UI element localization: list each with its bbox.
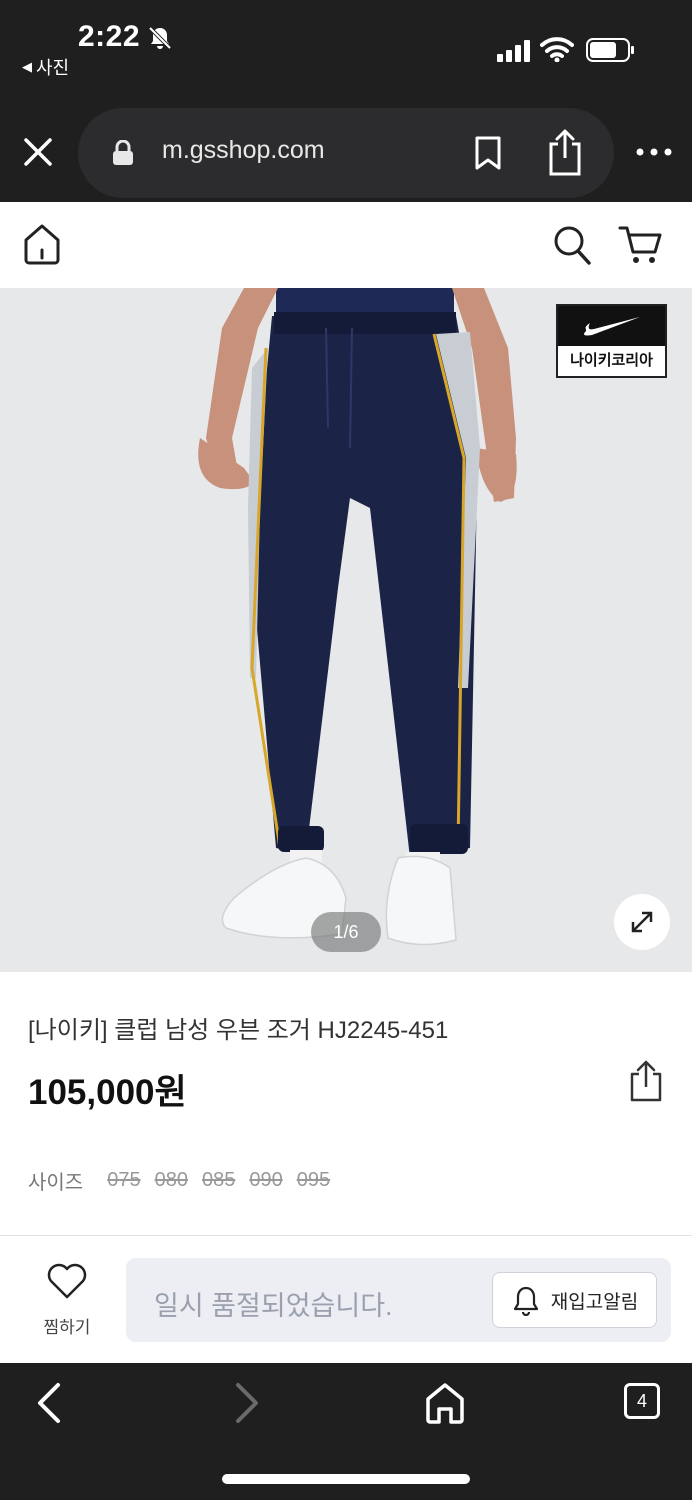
back-app-label: 사진 bbox=[36, 58, 70, 78]
back-to-app-link[interactable]: ◀ 사진 bbox=[22, 54, 69, 80]
close-icon[interactable] bbox=[18, 132, 58, 172]
brand-badge: 나이키코리아 bbox=[556, 304, 667, 378]
soldout-panel: 일시 품절되었습니다. 재입고알림 bbox=[126, 1258, 671, 1342]
cart-icon[interactable] bbox=[618, 224, 664, 266]
home-icon[interactable] bbox=[22, 222, 62, 266]
image-pager: 1/6 bbox=[311, 912, 381, 952]
battery-icon bbox=[586, 38, 634, 62]
soldout-message: 일시 품절되었습니다. bbox=[154, 1291, 393, 1321]
more-icon[interactable] bbox=[634, 144, 674, 160]
brand-badge-label: 나이키코리아 bbox=[570, 352, 653, 369]
product-image-gallery[interactable]: 나이키코리아 1/6 bbox=[0, 288, 692, 972]
swoosh-logo-icon bbox=[558, 306, 665, 346]
size-option[interactable]: 090 bbox=[249, 1169, 282, 1192]
forward-arrow-icon[interactable] bbox=[228, 1381, 264, 1425]
tabs-button[interactable]: 4 bbox=[624, 1383, 660, 1419]
expand-button[interactable] bbox=[614, 894, 670, 950]
status-bar: 2:22 ◀ 사진 bbox=[0, 0, 692, 100]
size-option[interactable]: 075 bbox=[107, 1169, 140, 1192]
product-info: [나이키] 클럽 남성 우븐 조거 HJ2245-451 105,000원 사이… bbox=[0, 972, 692, 1237]
wifi-icon bbox=[540, 37, 574, 62]
heart-icon bbox=[47, 1263, 87, 1299]
back-triangle-icon: ◀ bbox=[22, 59, 32, 74]
purchase-action-bar: 찜하기 일시 품절되었습니다. 재입고알림 bbox=[0, 1235, 692, 1363]
bookmark-icon[interactable] bbox=[474, 136, 502, 170]
lock-icon bbox=[113, 140, 133, 165]
status-time: 2:22 bbox=[78, 20, 141, 53]
share-icon[interactable] bbox=[546, 128, 584, 176]
size-options: 사이즈 075 080 085 090 095 bbox=[28, 1166, 344, 1195]
product-photo bbox=[198, 288, 517, 946]
size-option[interactable]: 085 bbox=[202, 1169, 235, 1192]
expand-icon bbox=[631, 911, 653, 933]
cellular-signal-icon bbox=[497, 40, 530, 62]
home-indicator bbox=[222, 1474, 470, 1484]
size-label: 사이즈 bbox=[28, 1172, 84, 1194]
web-page: 나이키코리아 1/6 [나이키] 클럽 남성 우븐 조거 HJ2245-451 … bbox=[0, 202, 692, 1363]
wishlist-button[interactable]: 찜하기 bbox=[34, 1262, 100, 1338]
back-arrow-icon[interactable] bbox=[32, 1381, 68, 1425]
browser-toolbar: 4 bbox=[0, 1363, 692, 1500]
restock-alert-button[interactable]: 재입고알림 bbox=[492, 1272, 657, 1328]
url-field[interactable] bbox=[78, 108, 614, 198]
url-text[interactable]: m.gsshop.com bbox=[162, 136, 325, 165]
product-title: [나이키] 클럽 남성 우븐 조거 HJ2245-451 bbox=[28, 1017, 449, 1044]
home-icon[interactable] bbox=[424, 1381, 466, 1425]
wishlist-label: 찜하기 bbox=[43, 1318, 91, 1337]
bell-off-icon bbox=[148, 26, 172, 50]
product-price: 105,000원 bbox=[28, 1073, 187, 1112]
bell-icon bbox=[513, 1286, 538, 1316]
search-icon[interactable] bbox=[552, 224, 592, 266]
size-option[interactable]: 095 bbox=[297, 1169, 330, 1192]
share-icon[interactable] bbox=[628, 1060, 664, 1102]
site-header bbox=[0, 202, 692, 288]
restock-label: 재입고알림 bbox=[550, 1291, 639, 1313]
browser-address-bar: m.gsshop.com bbox=[0, 100, 692, 202]
size-option[interactable]: 080 bbox=[155, 1169, 188, 1192]
